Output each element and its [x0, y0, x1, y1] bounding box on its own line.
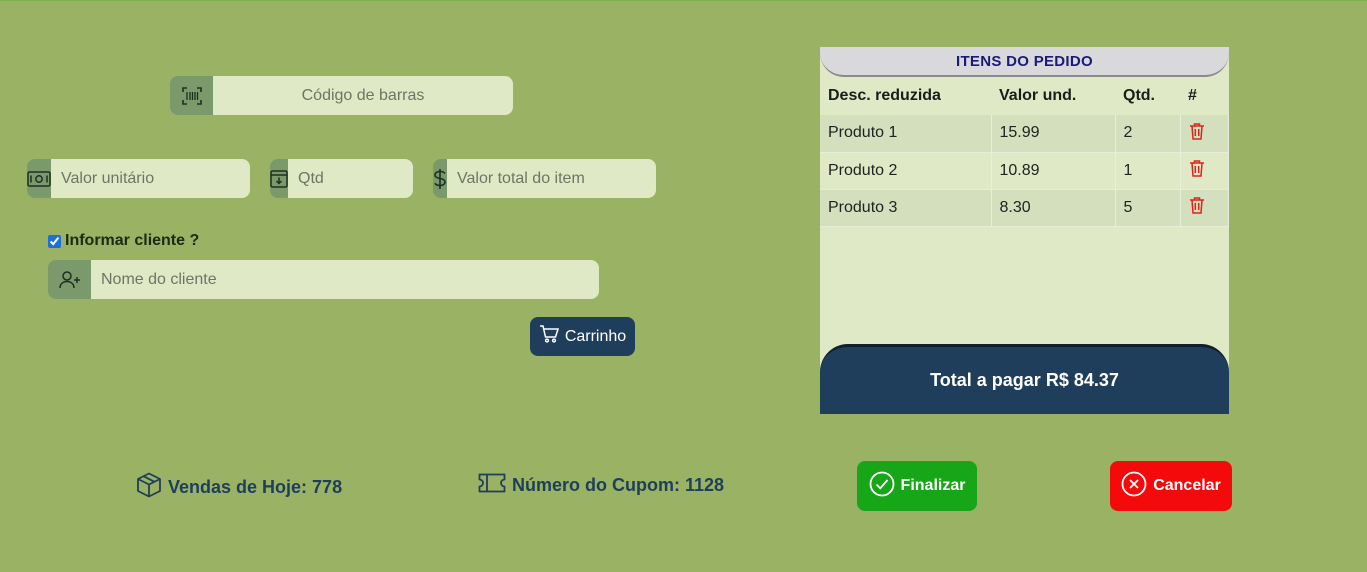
trash-icon[interactable] [1189, 159, 1205, 177]
cart-button-label: Carrinho [564, 327, 627, 345]
item-value: 15.99 [991, 115, 1116, 153]
table-row: Produto 1 15.99 2 [820, 115, 1229, 153]
barcode-input[interactable] [213, 76, 513, 115]
coupon-number-stat: Número do Cupom: 1128 [478, 472, 724, 499]
cart-button[interactable]: Carrinho [530, 317, 635, 356]
client-checkbox-row[interactable]: Informar cliente ? [48, 232, 199, 250]
box-icon [136, 472, 162, 503]
column-header-value: Valor und. [999, 87, 1077, 104]
finalize-button[interactable]: Finalizar [857, 461, 977, 511]
coupon-number-label: Número do Cupom: 1128 [512, 475, 725, 495]
item-qty: 2 [1115, 115, 1181, 153]
item-desc: Produto 3 [820, 189, 992, 227]
ticket-icon [478, 472, 506, 499]
client-checkbox-label: Informar cliente ? [65, 232, 200, 249]
cash-icon [27, 159, 51, 198]
item-value: 10.89 [991, 152, 1116, 190]
item-desc: Produto 2 [820, 152, 992, 190]
column-header-qty: Qtd. [1123, 87, 1155, 104]
total-item-field [433, 159, 656, 198]
cart-icon [539, 325, 559, 348]
item-qty: 5 [1115, 189, 1181, 227]
sales-today-label: Vendas de Hoje: 778 [168, 477, 343, 497]
item-desc: Produto 1 [820, 115, 992, 153]
column-header-desc: Desc. reduzida [828, 87, 941, 104]
client-checkbox[interactable] [48, 234, 61, 248]
item-value: 8.30 [991, 189, 1116, 227]
check-circle-icon [869, 471, 895, 502]
client-name-field [48, 260, 599, 299]
x-circle-icon [1121, 471, 1147, 502]
finalize-button-label: Finalizar [900, 477, 966, 494]
order-items-table: Desc. reduzida Valor und. Qtd. # Produto… [820, 77, 1229, 227]
total-item-input[interactable] [447, 159, 656, 198]
cancel-button[interactable]: Cancelar [1110, 461, 1232, 511]
user-plus-icon [48, 260, 91, 299]
order-title: ITENS DO PEDIDO [820, 47, 1229, 77]
table-row: Produto 3 8.30 5 [820, 189, 1229, 227]
trash-icon[interactable] [1189, 196, 1205, 214]
column-header-actions: # [1188, 87, 1197, 104]
barcode-field [170, 76, 513, 115]
item-qty: 1 [1115, 152, 1181, 190]
dollar-icon [433, 159, 447, 198]
total-to-pay: Total a pagar R$ 84.37 [820, 344, 1229, 414]
qty-field [270, 159, 413, 198]
sales-today-stat: Vendas de Hoje: 778 [136, 472, 342, 503]
order-panel: ITENS DO PEDIDO Desc. reduzida Valor und… [820, 47, 1229, 414]
unit-value-input[interactable] [51, 159, 250, 198]
archive-down-icon [270, 159, 288, 198]
unit-value-field [27, 159, 250, 198]
cancel-button-label: Cancelar [1153, 477, 1221, 494]
table-row: Produto 2 10.89 1 [820, 152, 1229, 190]
trash-icon[interactable] [1189, 122, 1205, 140]
qty-input[interactable] [288, 159, 413, 198]
client-name-input[interactable] [91, 260, 599, 299]
barcode-icon [170, 76, 213, 115]
